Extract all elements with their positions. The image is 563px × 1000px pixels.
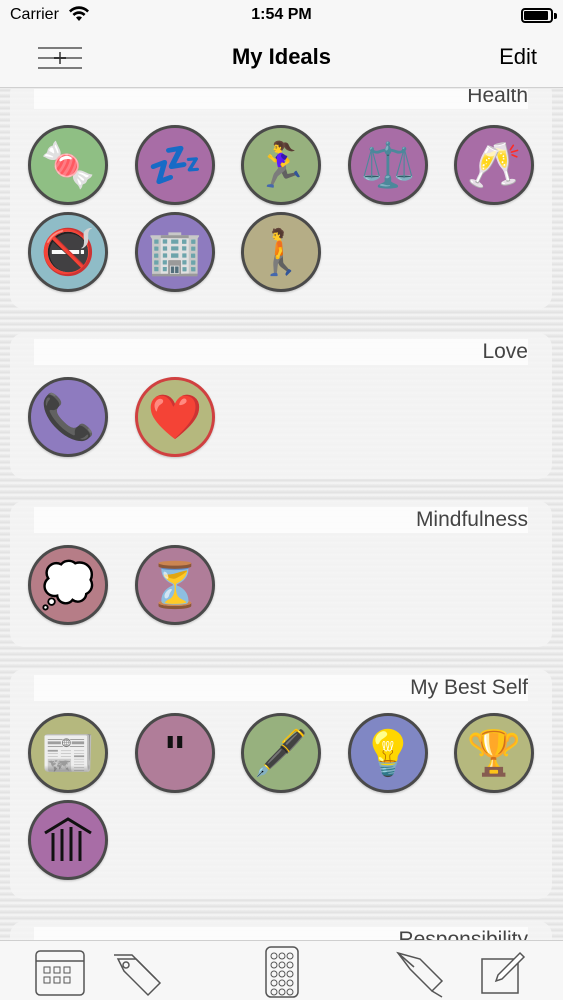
clock: 1:54 PM (251, 6, 312, 23)
navigation-bar: My Ideals Edit (0, 34, 563, 88)
section-responsibility: Responsibility (10, 921, 552, 940)
tags-icon[interactable] (110, 945, 166, 999)
section-header: Mindfulness (34, 507, 528, 533)
edit-button[interactable]: Edit (499, 44, 537, 70)
section-mindfulness: Mindfulness 💭 ⏳ (10, 501, 552, 647)
scales-icon[interactable]: ⚖️ (348, 125, 428, 205)
ideals-list[interactable]: Health 🍬 💤 🏃‍♀️ ⚖️ 🥂 🚭 🏢 🚶 Love 📞 ❤️ Min… (0, 89, 563, 940)
champagne-icon[interactable]: 🥂 (454, 125, 534, 205)
trophy-icon[interactable]: 🏆 (454, 713, 534, 793)
section-love: Love 📞 ❤️ (10, 333, 552, 479)
thought-bubble-icon[interactable]: 💭 (28, 545, 108, 625)
office-building-icon[interactable]: 🏢 (135, 212, 215, 292)
candy-icon[interactable]: 🍬 (28, 125, 108, 205)
grid-dots-icon[interactable] (254, 945, 310, 999)
section-header: Health (34, 89, 528, 109)
telephone-icon[interactable]: 📞 (28, 377, 108, 457)
compose-icon[interactable] (474, 945, 530, 999)
pen-nib-icon[interactable] (392, 945, 448, 999)
quote-icon[interactable]: " (135, 713, 215, 793)
fountain-pen-icon[interactable]: 🖋️ (241, 713, 321, 793)
columns-glyph (44, 817, 92, 861)
calendar-icon[interactable] (32, 945, 88, 999)
page-title: My Ideals (231, 44, 332, 69)
section-header: My Best Self (34, 675, 528, 701)
hourglass-icon[interactable]: ⏳ (135, 545, 215, 625)
light-bulb-icon[interactable]: 💡 (348, 713, 428, 793)
section-header: Responsibility (34, 927, 528, 940)
sleep-icon[interactable]: 💤 (135, 125, 215, 205)
runner-icon[interactable]: 🏃‍♀️ (241, 125, 321, 205)
newspaper-icon[interactable]: 📰 (28, 713, 108, 793)
battery-icon (521, 8, 553, 23)
tab-bar (0, 940, 563, 1000)
no-smoking-icon[interactable]: 🚭 (28, 212, 108, 292)
battery-tip (554, 13, 557, 19)
status-bar: Carrier 1:54 PM (0, 0, 563, 34)
section-health: Health 🍬 💤 🏃‍♀️ ⚖️ 🥂 🚭 🏢 🚶 (10, 89, 552, 309)
heart-icon[interactable]: ❤️ (135, 377, 215, 457)
walking-icon[interactable]: 🚶 (241, 212, 321, 292)
section-header: Love (34, 339, 528, 365)
section-my-best-self: My Best Self 📰 " 🖋️ 💡 🏆 (10, 669, 552, 899)
classical-building-icon[interactable] (28, 800, 108, 880)
